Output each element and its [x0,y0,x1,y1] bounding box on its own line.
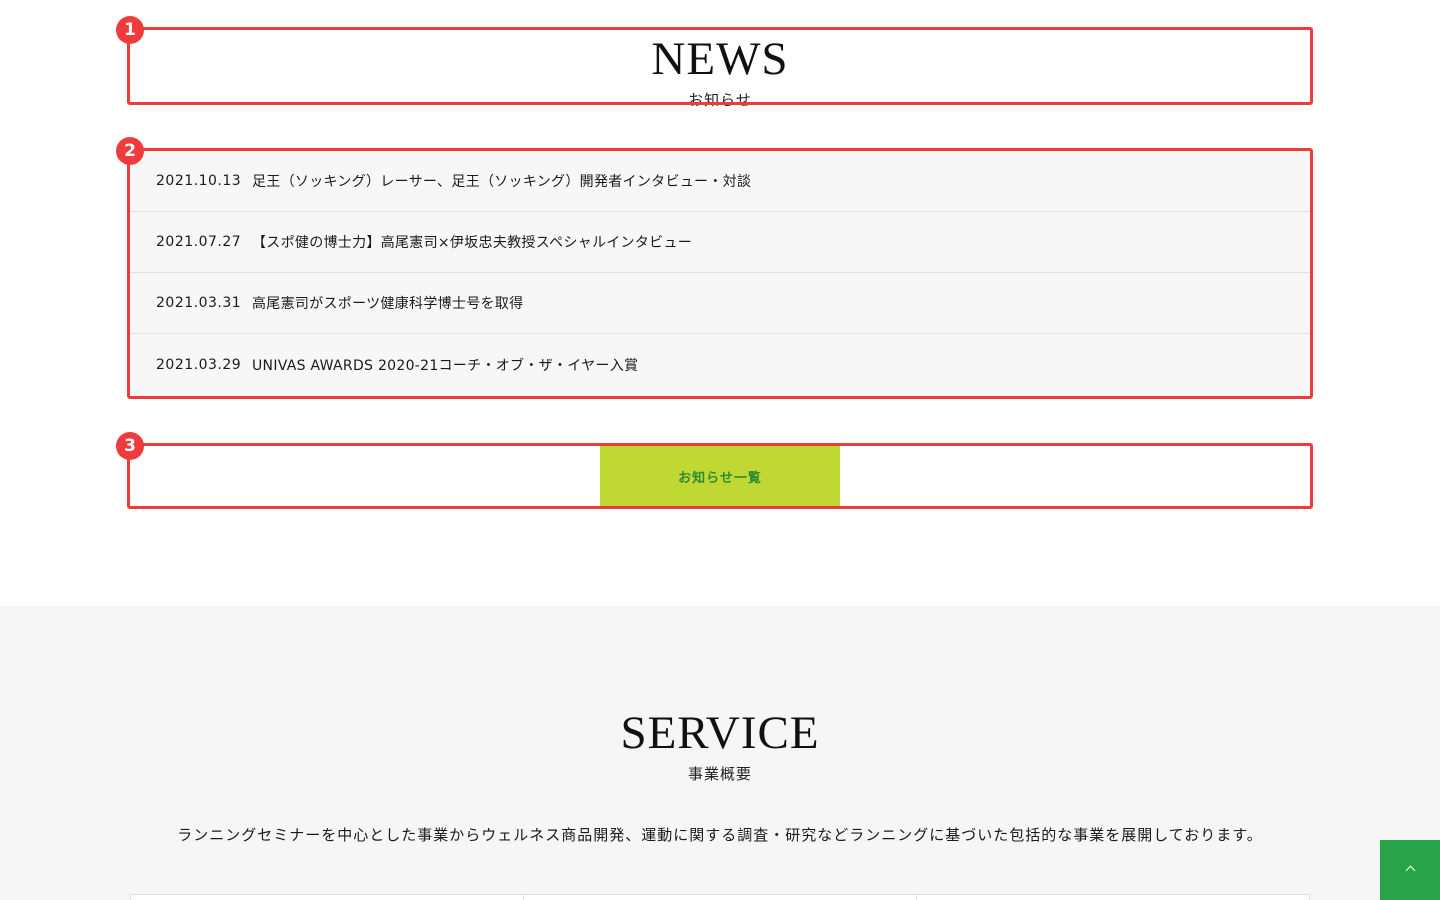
service-card[interactable] [916,894,1310,900]
chevron-up-icon [1405,865,1415,876]
service-heading: SERVICE 事業概要 [0,710,1440,784]
service-description: ランニングセミナーを中心とした事業からウェルネス商品開発、運動に関する調査・研究… [177,826,1263,844]
service-card[interactable] [130,894,523,900]
annotation-badge-3: 3 [116,432,144,460]
annotation-box-3 [127,443,1313,509]
service-heading-jp: 事業概要 [687,765,752,783]
service-section: SERVICE 事業概要 ランニングセミナーを中心とした事業からウェルネス商品開… [0,606,1440,900]
service-heading-en: SERVICE [620,707,820,759]
annotation-badge-1: 1 [116,16,144,44]
service-cards [130,894,1310,900]
page: NEWS お知らせ 2021.10.13 足王（ソッキング）レーサー、足王（ソッ… [0,0,1440,900]
annotation-box-2 [127,148,1313,399]
annotation-badge-2: 2 [116,137,144,165]
back-to-top-button[interactable] [1380,840,1440,900]
annotation-box-1 [127,27,1313,105]
service-card[interactable] [523,894,916,900]
